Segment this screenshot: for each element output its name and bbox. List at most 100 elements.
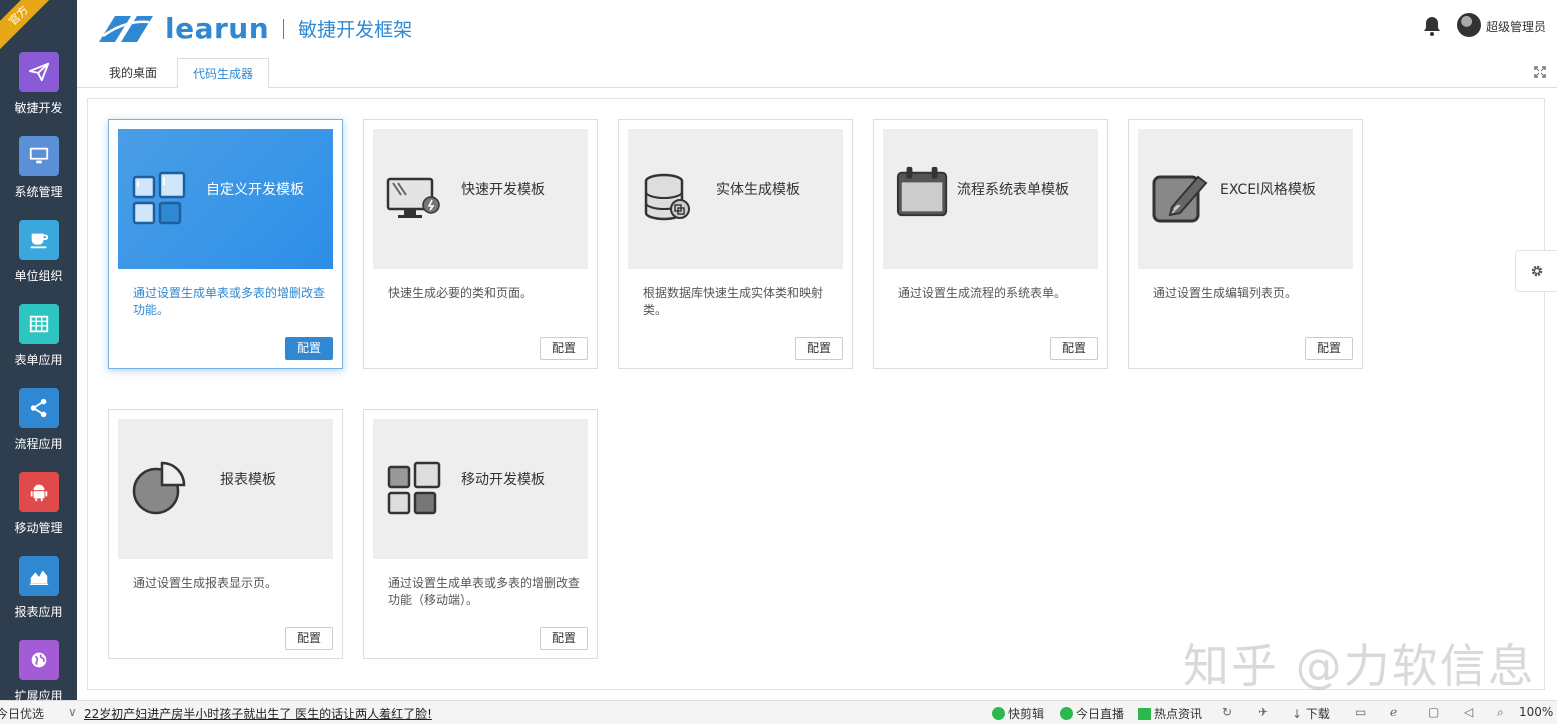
tiles-icon (132, 171, 186, 225)
globe-icon (18, 640, 59, 680)
card-banner: 自定义开发模板 (118, 129, 333, 269)
status-hot-news[interactable]: 热点资讯 (1138, 705, 1202, 722)
ie-icon[interactable]: ℯ (1390, 705, 1397, 719)
watermark-text: 知乎 @力软信息 (1183, 639, 1536, 693)
sidebar-item-label: 流程应用 (14, 437, 63, 451)
configure-button[interactable]: 配置 (540, 337, 588, 360)
card-description: 通过设置生成单表或多表的增删改查功能（移动端）。 (388, 576, 581, 607)
status-hot-news-label: 热点资讯 (1154, 707, 1203, 721)
configure-button[interactable]: 配置 (285, 627, 333, 650)
chevron-down-icon[interactable]: ∨ (68, 705, 77, 719)
table-icon (18, 304, 59, 344)
card-description: 根据数据库快速生成实体类和映射类。 (643, 286, 824, 317)
calendar-icon (896, 166, 948, 217)
card-title: 移动开发模板 (461, 472, 545, 488)
logo-wordmark: learun (165, 12, 270, 45)
configure-button[interactable]: 配置 (1305, 337, 1353, 360)
card-banner: 实体生成模板 (628, 129, 843, 269)
sidebar-item-org[interactable]: 单位组织 (0, 220, 77, 304)
card-banner: 快速开发模板 (373, 129, 588, 269)
sidebar: 官方 敏捷开发 系统管理 单位组织 表单应用 流程应用 移动管理 报表应用 扩展… (0, 0, 77, 700)
sidebar-item-label: 扩展应用 (14, 689, 63, 700)
android-icon (18, 472, 59, 512)
template-card-report[interactable]: 报表模板 通过设置生成报表显示页。 配置 (108, 409, 343, 659)
paper-plane-icon (18, 52, 59, 92)
tab-desktop[interactable]: 我的桌面 (95, 58, 171, 89)
card-banner: 流程系统表单模板 (883, 129, 1098, 269)
template-card-quick[interactable]: 快速开发模板 快速生成必要的类和页面。 配置 (363, 119, 598, 369)
pin-icon[interactable]: ✈ (1258, 705, 1268, 719)
browser-status-bar: 今日优选 ∨ 22岁初产妇进产房半小时孩子就出生了 医生的话让两人羞红了脸! 快… (0, 700, 1557, 724)
zoom-level[interactable]: 100% (1519, 705, 1553, 719)
status-quick-clip-label: 快剪辑 (1008, 707, 1045, 721)
database-icon (644, 173, 690, 221)
logo-mark-icon (99, 15, 153, 42)
monitor-icon (18, 136, 59, 176)
sidebar-item-label: 敏捷开发 (14, 101, 63, 115)
card-description: 通过设置生成报表显示页。 (133, 576, 278, 590)
status-today-picks[interactable]: 今日优选 (0, 705, 44, 722)
download-icon: ↓ (1292, 707, 1306, 721)
sidebar-item-label: 移动管理 (14, 521, 63, 535)
sidebar-item-system[interactable]: 系统管理 (0, 136, 77, 220)
share-icon (18, 388, 59, 428)
tiles-icon (387, 461, 441, 515)
template-card-mobile[interactable]: 移动开发模板 通过设置生成单表或多表的增删改查功能（移动端）。 配置 (363, 409, 598, 659)
settings-gear-icon[interactable] (1515, 250, 1557, 292)
configure-button[interactable]: 配置 (540, 627, 588, 650)
status-download-label: 下载 (1305, 707, 1330, 721)
coffee-icon (18, 220, 59, 260)
template-card-workflow-form[interactable]: 流程系统表单模板 通过设置生成流程的系统表单。 配置 (873, 119, 1108, 369)
desktop-icon (386, 177, 440, 218)
restore-icon[interactable]: ▢ (1428, 705, 1439, 719)
fullscreen-icon[interactable] (1534, 66, 1548, 80)
area-chart-icon (18, 556, 59, 596)
news-icon (1138, 708, 1151, 720)
card-title: 快速开发模板 (461, 182, 545, 198)
sidebar-item-label: 单位组织 (14, 269, 63, 283)
pie-chart-icon (132, 461, 186, 515)
template-card-entity[interactable]: 实体生成模板 根据数据库快速生成实体类和映射类。 配置 (618, 119, 853, 369)
tab-code-generator[interactable]: 代码生成器 (177, 58, 269, 89)
logo-subtitle: 敏捷开发框架 (298, 19, 413, 41)
play-icon (992, 707, 1005, 720)
sidebar-item-extensions[interactable]: 扩展应用 (0, 640, 77, 700)
template-card-excel[interactable]: EXCEl风格模板 通过设置生成编辑列表页。 配置 (1128, 119, 1363, 369)
sidebar-item-label: 报表应用 (14, 605, 63, 619)
card-description: 通过设置生成单表或多表的增删改查功能。 (133, 286, 326, 317)
bell-icon[interactable] (1420, 14, 1444, 38)
refresh-icon[interactable]: ↻ (1222, 705, 1232, 719)
card-description: 通过设置生成流程的系统表单。 (898, 286, 1067, 300)
top-header: learun 敏捷开发框架 超级管理员 (77, 0, 1557, 56)
sidebar-item-label: 系统管理 (14, 185, 63, 199)
card-banner: EXCEl风格模板 (1138, 129, 1353, 269)
template-grid: 自定义开发模板 通过设置生成单表或多表的增删改查功能。 配置 快速开发模板 快速… (87, 98, 1545, 690)
speaker-icon[interactable]: ◁ (1464, 705, 1473, 719)
configure-button[interactable]: 配置 (795, 337, 843, 360)
official-ribbon: 官方 (0, 0, 58, 55)
card-title: EXCEl风格模板 (1220, 182, 1316, 198)
sidebar-item-mobile[interactable]: 移动管理 (0, 472, 77, 556)
avatar[interactable] (1457, 13, 1481, 37)
card-title: 报表模板 (220, 472, 276, 488)
sidebar-item-workflow[interactable]: 流程应用 (0, 388, 77, 472)
status-headline-link[interactable]: 22岁初产妇进产房半小时孩子就出生了 医生的话让两人羞红了脸! (84, 705, 432, 722)
card-title: 自定义开发模板 (206, 182, 304, 198)
status-download[interactable]: ↓ 下载 (1292, 705, 1330, 722)
card-title: 流程系统表单模板 (957, 182, 1069, 198)
user-name[interactable]: 超级管理员 (1486, 18, 1546, 35)
configure-button[interactable]: 配置 (1050, 337, 1098, 360)
status-quick-clip[interactable]: 快剪辑 (992, 705, 1044, 722)
window-icon[interactable]: ▭ (1355, 705, 1366, 719)
app-logo[interactable]: learun 敏捷开发框架 (97, 12, 412, 45)
configure-button[interactable]: 配置 (285, 337, 333, 360)
template-card-custom[interactable]: 自定义开发模板 通过设置生成单表或多表的增删改查功能。 配置 (108, 119, 343, 369)
logo-divider (283, 18, 285, 39)
tab-bar: 我的桌面 代码生成器 (77, 56, 1557, 89)
sidebar-item-agile-dev[interactable]: 敏捷开发 (0, 52, 77, 136)
status-live[interactable]: 今日直播 (1060, 705, 1124, 722)
sidebar-item-forms[interactable]: 表单应用 (0, 304, 77, 388)
sidebar-item-reports[interactable]: 报表应用 (0, 556, 77, 640)
zoom-icon[interactable]: ⌕ (1497, 705, 1504, 720)
sidebar-item-label: 表单应用 (14, 353, 63, 367)
